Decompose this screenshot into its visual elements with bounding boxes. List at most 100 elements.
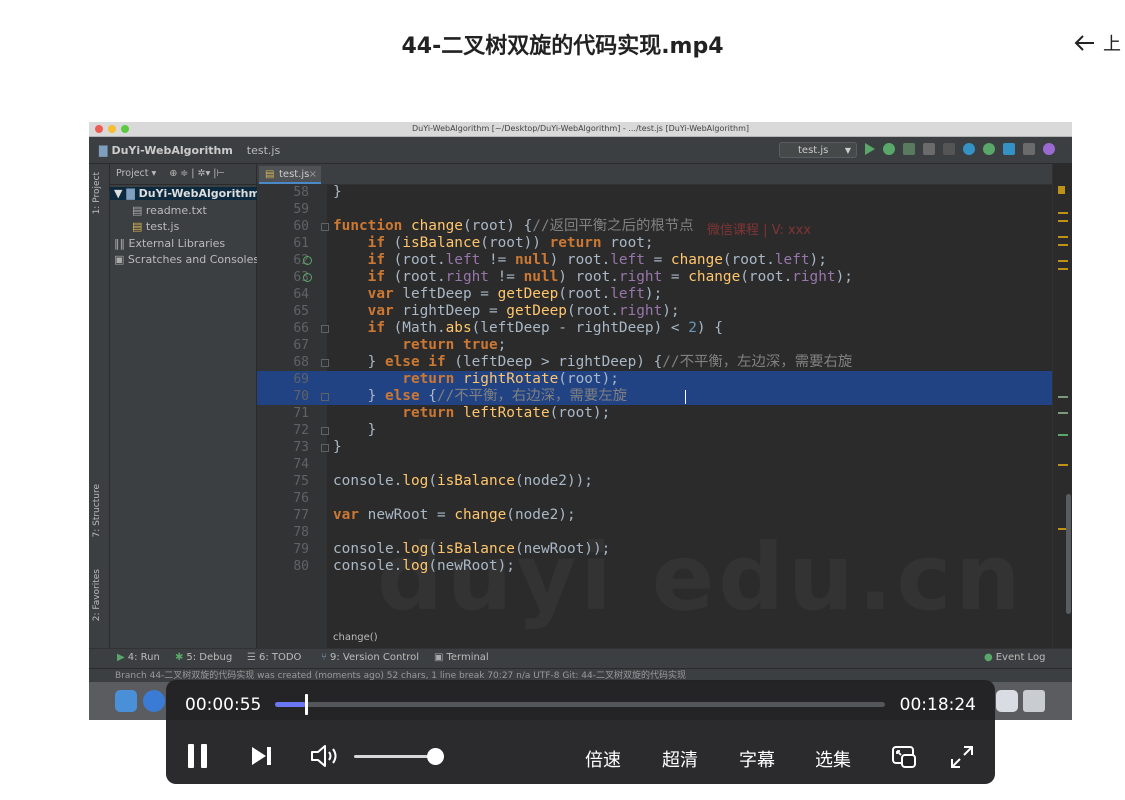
tool-window-todo[interactable]: ☰ 6: TODO: [247, 652, 301, 663]
editor-scrollbar[interactable]: [1052, 164, 1072, 648]
speed-button[interactable]: 倍速: [585, 746, 621, 772]
tree-item-readme[interactable]: ▤ readme.txt: [132, 204, 207, 217]
progress-thumb[interactable]: [304, 694, 308, 715]
code-line[interactable]: 79 console.log(isBalance(newRoot));: [257, 541, 1052, 558]
code-line[interactable]: 58}: [257, 184, 1052, 201]
code-area[interactable]: 58} 59 60 function change(root) {//返回平衡之后的根…: [257, 184, 1052, 628]
code-line[interactable]: 71 return leftRotate(root);: [257, 405, 1052, 422]
text-file-icon: ▤: [132, 204, 143, 217]
vcs-update-icon[interactable]: [963, 143, 975, 155]
project-tool-tab[interactable]: 1: Project: [92, 172, 102, 214]
tab-testjs[interactable]: ▤ test.js ×: [259, 166, 321, 184]
episodes-button[interactable]: 选集: [815, 746, 851, 772]
code-line[interactable]: 65 var rightDeep = getDeep(root.right);: [257, 303, 1052, 320]
code-text: if (isBalance(root)) return root;: [367, 235, 654, 251]
code-text: console.log(isBalance(node2));: [333, 473, 593, 489]
window-controls[interactable]: [95, 125, 129, 133]
run-icon[interactable]: [865, 143, 875, 155]
code-line[interactable]: 64 var leftDeep = getDeep(root.left);: [257, 286, 1052, 303]
debug-icon[interactable]: [883, 143, 895, 155]
code-line[interactable]: 66 if (Math.abs(leftDeep - rightDeep) < …: [257, 320, 1052, 337]
tree-item-external-libraries[interactable]: ‖‖ External Libraries: [114, 237, 225, 250]
editor-breadcrumb[interactable]: change(): [333, 632, 378, 643]
volume-slider[interactable]: [354, 748, 444, 765]
code-line[interactable]: 69 return rightRotate(root);: [257, 371, 1052, 388]
code-line[interactable]: 59: [257, 201, 1052, 218]
scroll-thumb[interactable]: [1066, 494, 1071, 614]
fullscreen-button[interactable]: [949, 744, 975, 770]
finder-icon[interactable]: [115, 690, 137, 712]
project-crumb[interactable]: DuYi-WebAlgorithm: [111, 144, 232, 157]
favorites-tool-tab[interactable]: 2: Favorites: [92, 569, 102, 621]
maximize-icon[interactable]: [121, 125, 129, 133]
code-line[interactable]: 70 } else {//不平衡，右边深，需要左旋: [257, 388, 1052, 405]
structure-tool-tab[interactable]: 7: Structure: [92, 484, 102, 538]
code-line[interactable]: 78: [257, 524, 1052, 541]
back-button[interactable]: 上: [1073, 30, 1121, 56]
revert-icon[interactable]: [1043, 143, 1055, 155]
browser-icon[interactable]: [143, 690, 165, 712]
fold-marker-icon[interactable]: [321, 444, 329, 452]
tool-window-version-control[interactable]: ⑂ 9: Version Control: [321, 652, 419, 663]
arrow-left-icon: [1074, 35, 1094, 51]
file-crumb[interactable]: test.js: [247, 144, 280, 157]
coverage-icon[interactable]: [903, 143, 915, 155]
tree-item-scratches[interactable]: ▣ Scratches and Consoles: [114, 253, 259, 266]
player-controls: 00:00:55 00:18:24 倍速 超清 字幕 选集: [166, 680, 995, 784]
picture-in-picture-button[interactable]: [890, 744, 918, 770]
close-tab-icon[interactable]: ×: [309, 166, 317, 184]
fold-marker-icon[interactable]: [321, 325, 329, 333]
code-editor[interactable]: ▤ test.js × 微信课程 | V: xxx duyi edu.cn 58…: [257, 164, 1052, 648]
panel-settings-icon[interactable]: ⊕ ≑ | ✲▾ |⊢: [169, 168, 224, 179]
fold-marker-icon[interactable]: [321, 359, 329, 367]
line-number: 58: [293, 185, 309, 200]
trash-icon[interactable]: [1023, 690, 1045, 712]
preview-icon[interactable]: [996, 690, 1018, 712]
close-icon[interactable]: [95, 125, 103, 133]
code-line[interactable]: 77 var newRoot = change(node2);: [257, 507, 1052, 524]
code-line[interactable]: 73}: [257, 439, 1052, 456]
run-config-select[interactable]: test.js ▼: [779, 142, 857, 158]
quality-button[interactable]: 超清: [662, 746, 698, 772]
vcs-commit-icon[interactable]: [983, 143, 995, 155]
subtitle-button[interactable]: 字幕: [739, 746, 775, 772]
line-number: 77: [293, 508, 309, 523]
code-line[interactable]: 76: [257, 490, 1052, 507]
page-title: 44-二叉树双旋的代码实现.mp4: [401, 34, 724, 59]
line-number: 63: [293, 270, 309, 285]
event-log-button[interactable]: ● Event Log: [984, 652, 1045, 663]
code-line[interactable]: 60 function change(root) {//返回平衡之后的根节点: [257, 218, 1052, 235]
code-line[interactable]: 74: [257, 456, 1052, 473]
code-line[interactable]: 68 } else if (leftDeep > rightDeep) {//不…: [257, 354, 1052, 371]
profile-icon[interactable]: [923, 143, 935, 155]
tool-window-terminal[interactable]: ▣ Terminal: [434, 652, 489, 663]
code-line[interactable]: 61 if (isBalance(root)) return root;: [257, 235, 1052, 252]
vcs-compare-icon[interactable]: [1003, 143, 1015, 155]
fold-marker-icon[interactable]: [321, 223, 329, 231]
volume-button[interactable]: [310, 744, 340, 768]
video-frame[interactable]: DuYi-WebAlgorithm [~/Desktop/DuYi-WebAlg…: [89, 122, 1072, 720]
tree-root[interactable]: ▼ ▇ DuYi-WebAlgorithm: [110, 187, 260, 200]
stop-icon[interactable]: [943, 143, 955, 155]
code-line[interactable]: 63 if (root.right != null) root.right = …: [257, 269, 1052, 286]
vcs-history-icon[interactable]: [1023, 143, 1035, 155]
project-panel-header[interactable]: Project ▾ ⊕ ≑ | ✲▾ |⊢: [110, 164, 256, 185]
tool-window-run[interactable]: ▶ 4: Run: [117, 652, 160, 663]
code-line[interactable]: 75 console.log(isBalance(node2));: [257, 473, 1052, 490]
volume-knob[interactable]: [427, 748, 444, 765]
code-line[interactable]: 72 }: [257, 422, 1052, 439]
js-file-icon: ▤: [265, 169, 275, 180]
next-button[interactable]: [250, 745, 274, 767]
code-line[interactable]: 62 if (root.left != null) root.left = ch…: [257, 252, 1052, 269]
code-line[interactable]: 80 console.log(newRoot);: [257, 558, 1052, 575]
fold-marker-icon[interactable]: [321, 393, 329, 401]
js-file-icon: ▤: [132, 220, 143, 233]
progress-bar[interactable]: [275, 694, 885, 715]
fold-marker-icon[interactable]: [321, 427, 329, 435]
tree-item-testjs[interactable]: ▤ test.js: [132, 220, 179, 233]
code-text: return true;: [402, 337, 507, 353]
tool-window-debug[interactable]: ✱ 5: Debug: [175, 652, 232, 663]
pause-button[interactable]: [186, 743, 210, 769]
code-line[interactable]: 67 return true;: [257, 337, 1052, 354]
minimize-icon[interactable]: [108, 125, 116, 133]
